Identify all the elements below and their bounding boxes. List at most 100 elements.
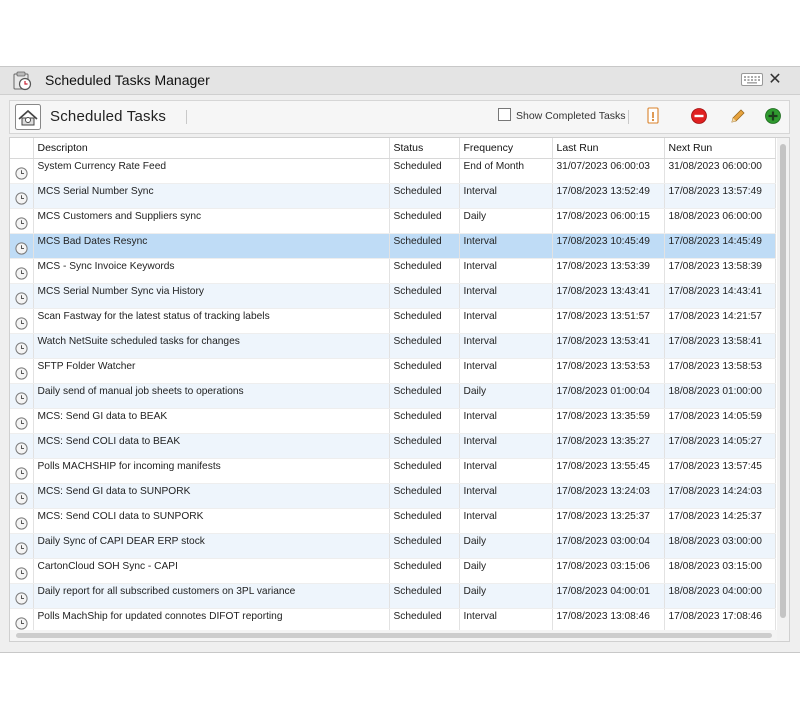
show-completed-label[interactable]: Show Completed Tasks bbox=[516, 110, 626, 122]
task-last-run: 17/08/2023 13:53:53 bbox=[552, 358, 665, 384]
task-frequency: Interval bbox=[459, 233, 553, 259]
task-last-run: 17/08/2023 01:00:04 bbox=[552, 383, 665, 409]
task-description: MCS Serial Number Sync bbox=[33, 183, 390, 209]
task-cell-icon bbox=[10, 558, 34, 584]
clock-icon bbox=[10, 616, 32, 630]
task-cell-icon bbox=[10, 258, 34, 284]
task-last-run: 17/08/2023 13:43:41 bbox=[552, 283, 665, 309]
task-description: Polls MACHSHIP for incoming manifests bbox=[33, 458, 390, 484]
close-icon[interactable]: ✕ bbox=[767, 71, 783, 89]
task-cell-icon bbox=[10, 583, 34, 609]
show-completed-checkbox[interactable] bbox=[498, 108, 511, 121]
task-status: Scheduled bbox=[389, 258, 460, 284]
header-last-run[interactable]: Last Run bbox=[552, 138, 665, 159]
edit-pencil-icon[interactable] bbox=[729, 107, 747, 125]
toolbar-divider bbox=[186, 110, 187, 124]
table-row[interactable]: MCS Serial Number Sync via History Schedu… bbox=[10, 283, 776, 309]
task-frequency: Interval bbox=[459, 458, 553, 484]
table-row[interactable]: Polls MACHSHIP for incoming manifests Sch… bbox=[10, 458, 776, 484]
task-frequency: Interval bbox=[459, 508, 553, 534]
task-next-run: 17/08/2023 14:05:59 bbox=[664, 408, 776, 434]
task-cell-icon bbox=[10, 333, 34, 359]
clock-icon bbox=[10, 341, 32, 355]
task-cell-icon bbox=[10, 408, 34, 434]
table-row[interactable]: CartonCloud SOH Sync - CAPI Scheduled Dail… bbox=[10, 558, 776, 584]
table-row[interactable]: Watch NetSuite scheduled tasks for chang… bbox=[10, 333, 776, 359]
header-icon-column[interactable] bbox=[10, 138, 34, 159]
task-cell-icon bbox=[10, 158, 34, 184]
clock-icon bbox=[10, 466, 32, 480]
task-status: Scheduled bbox=[389, 433, 460, 459]
task-status: Scheduled bbox=[389, 408, 460, 434]
clock-icon bbox=[10, 216, 32, 230]
task-last-run: 17/08/2023 13:25:37 bbox=[552, 508, 665, 534]
task-frequency: End of Month bbox=[459, 158, 553, 184]
add-icon[interactable] bbox=[764, 107, 782, 125]
task-status: Scheduled bbox=[389, 583, 460, 609]
task-description: Daily send of manual job sheets to opera… bbox=[33, 383, 390, 409]
clock-icon bbox=[10, 491, 32, 505]
task-description: CartonCloud SOH Sync - CAPI bbox=[33, 558, 390, 584]
header-status[interactable]: Status bbox=[389, 138, 460, 159]
table-row[interactable]: Daily report for all subscribed customer… bbox=[10, 583, 776, 609]
table-row[interactable]: MCS Serial Number Sync Scheduled Interval 1… bbox=[10, 183, 776, 209]
task-next-run: 31/08/2023 06:00:00 bbox=[664, 158, 776, 184]
task-cell-icon bbox=[10, 283, 34, 309]
tasks-table-body: System Currency Rate Feed Scheduled End of… bbox=[10, 158, 776, 634]
task-frequency: Daily bbox=[459, 558, 553, 584]
header-next-run[interactable]: Next Run bbox=[664, 138, 776, 159]
table-row[interactable]: Scan Fastway for the latest status of tr… bbox=[10, 308, 776, 334]
table-row[interactable]: MCS: Send GI data to BEAK Scheduled Interv… bbox=[10, 408, 776, 434]
task-cell-icon bbox=[10, 508, 34, 534]
task-frequency: Daily bbox=[459, 208, 553, 234]
table-row[interactable]: MCS: Send COLI data to SUNPORK Scheduled I… bbox=[10, 508, 776, 534]
vertical-scrollbar-thumb[interactable] bbox=[780, 144, 786, 618]
clock-icon bbox=[10, 591, 32, 605]
task-cell-icon bbox=[10, 383, 34, 409]
clock-icon bbox=[10, 291, 32, 305]
horizontal-scrollbar-thumb[interactable] bbox=[16, 633, 772, 638]
task-description: MCS: Send GI data to BEAK bbox=[33, 408, 390, 434]
task-status: Scheduled bbox=[389, 533, 460, 559]
task-next-run: 17/08/2023 14:21:57 bbox=[664, 308, 776, 334]
table-row[interactable]: MCS Customers and Suppliers sync Schedule… bbox=[10, 208, 776, 234]
task-last-run: 17/08/2023 04:00:01 bbox=[552, 583, 665, 609]
task-description: Watch NetSuite scheduled tasks for chang… bbox=[33, 333, 390, 359]
task-description: MCS Bad Dates Resync bbox=[33, 233, 390, 259]
task-last-run: 17/08/2023 13:55:45 bbox=[552, 458, 665, 484]
run-task-icon[interactable] bbox=[644, 107, 662, 125]
task-next-run: 17/08/2023 13:58:53 bbox=[664, 358, 776, 384]
section-title: Scheduled Tasks bbox=[50, 108, 167, 125]
clock-icon bbox=[10, 266, 32, 280]
clock-icon bbox=[10, 391, 32, 405]
toolbar: Scheduled Tasks Show Completed Tasks bbox=[9, 100, 790, 134]
header-description[interactable]: Descripton bbox=[33, 138, 390, 159]
table-row[interactable]: MCS - Sync Invoice Keywords Scheduled Inte… bbox=[10, 258, 776, 284]
task-status: Scheduled bbox=[389, 383, 460, 409]
table-row[interactable]: MCS: Send GI data to SUNPORK Scheduled Int… bbox=[10, 483, 776, 509]
task-description: Scan Fastway for the latest status of tr… bbox=[33, 308, 390, 334]
task-status: Scheduled bbox=[389, 358, 460, 384]
keyboard-icon[interactable] bbox=[741, 73, 763, 86]
table-header-row: Descripton Status Frequency Last Run Nex… bbox=[10, 138, 776, 159]
task-next-run: 17/08/2023 13:58:41 bbox=[664, 333, 776, 359]
table-row[interactable]: SFTP Folder Watcher Scheduled Interval 17/0… bbox=[10, 358, 776, 384]
horizontal-scrollbar[interactable] bbox=[10, 630, 777, 641]
task-cell-icon bbox=[10, 183, 34, 209]
vertical-scrollbar[interactable] bbox=[777, 138, 789, 641]
delete-icon[interactable] bbox=[690, 107, 708, 125]
clock-icon bbox=[10, 241, 32, 255]
table-row[interactable]: MCS Bad Dates Resync Scheduled Interval 17/… bbox=[10, 233, 776, 259]
task-next-run: 18/08/2023 01:00:00 bbox=[664, 383, 776, 409]
table-row[interactable]: MCS: Send COLI data to BEAK Scheduled Inte… bbox=[10, 433, 776, 459]
task-description: SFTP Folder Watcher bbox=[33, 358, 390, 384]
table-row[interactable]: System Currency Rate Feed Scheduled End of… bbox=[10, 158, 776, 184]
title-bar: Scheduled Tasks Manager ✕ bbox=[0, 67, 800, 95]
header-frequency[interactable]: Frequency bbox=[459, 138, 553, 159]
task-next-run: 17/08/2023 14:43:41 bbox=[664, 283, 776, 309]
task-frequency: Interval bbox=[459, 258, 553, 284]
table-row[interactable]: Daily Sync of CAPI DEAR ERP stock Schedul… bbox=[10, 533, 776, 559]
task-next-run: 17/08/2023 13:57:49 bbox=[664, 183, 776, 209]
task-cell-icon bbox=[10, 208, 34, 234]
table-row[interactable]: Daily send of manual job sheets to opera… bbox=[10, 383, 776, 409]
